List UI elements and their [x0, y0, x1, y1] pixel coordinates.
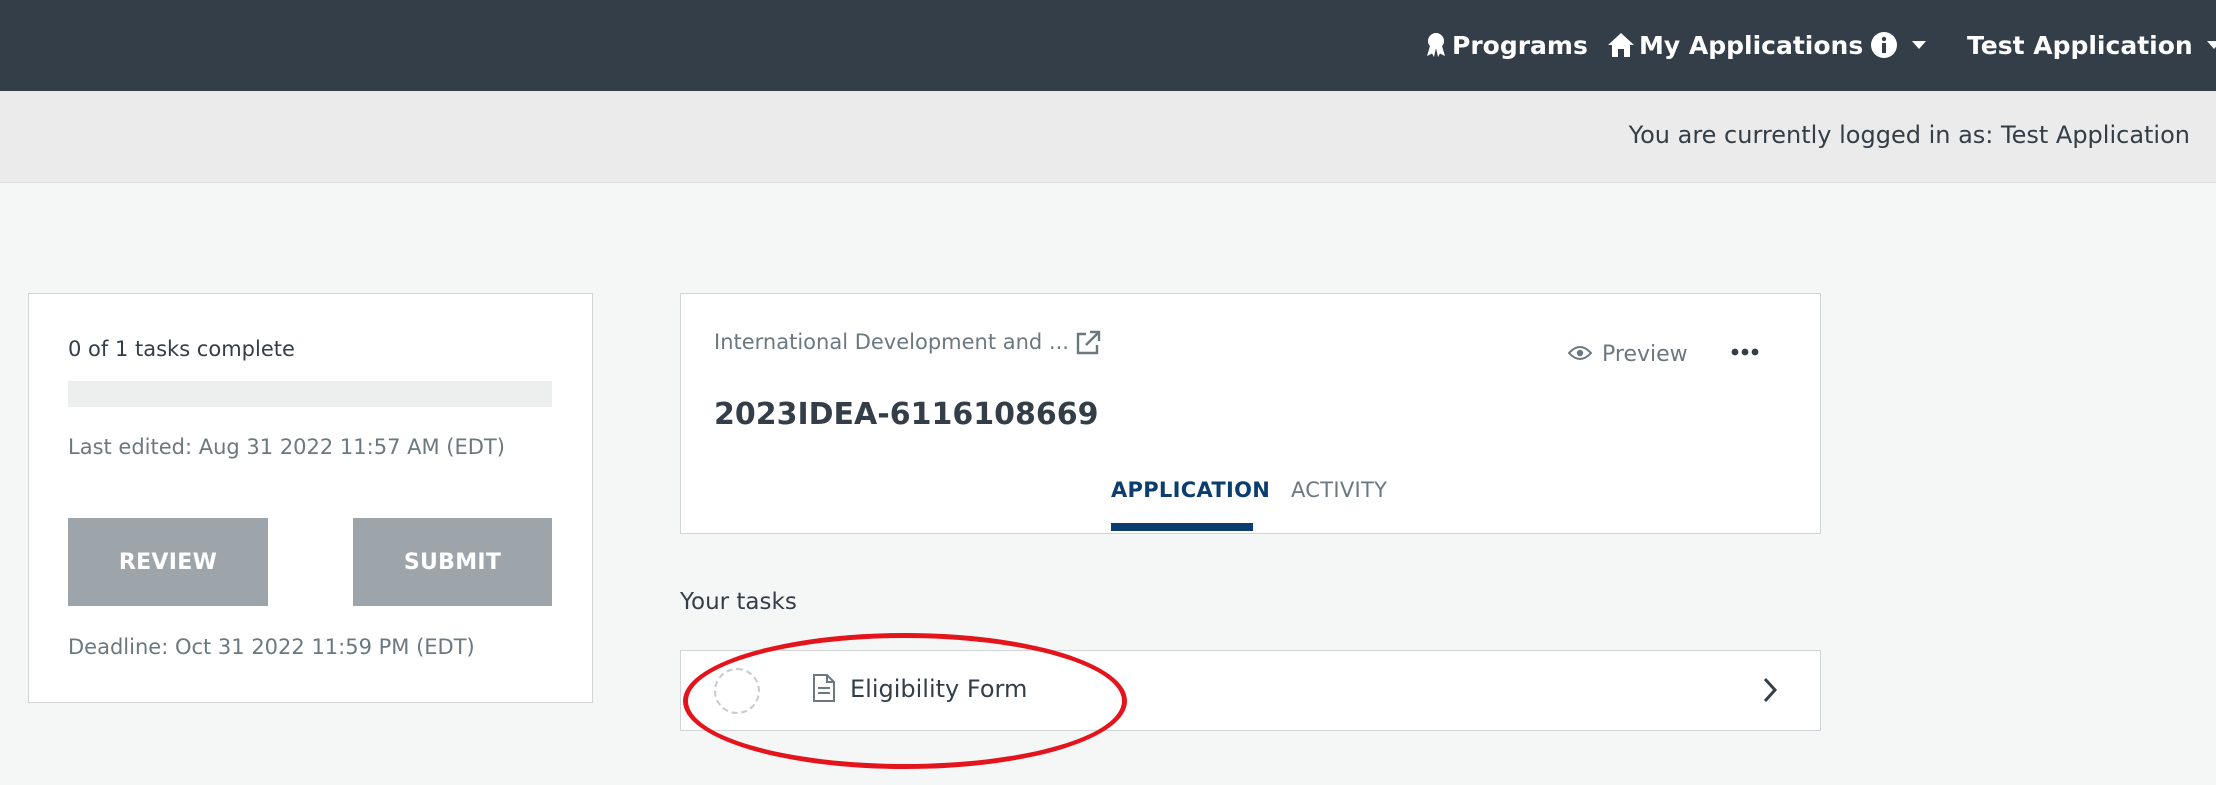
login-status-text: You are currently logged in as: Test App… — [1628, 121, 2190, 149]
tab-activity[interactable]: ACTIVITY — [1291, 478, 1387, 502]
your-tasks-heading: Your tasks — [680, 589, 797, 615]
nav-my-applications-label: My Applications — [1639, 30, 1864, 60]
home-icon — [1607, 32, 1639, 58]
tab-application[interactable]: APPLICATION — [1111, 478, 1270, 502]
application-summary-card: 0 of 1 tasks complete Last edited: Aug 3… — [28, 293, 593, 703]
preview-button[interactable]: Preview — [1567, 342, 1688, 367]
document-icon — [812, 673, 836, 707]
nav-my-applications-link[interactable]: My Applications — [1607, 26, 1863, 64]
task-label: Eligibility Form — [850, 675, 1028, 703]
task-row-eligibility-form[interactable]: Eligibility Form — [680, 650, 1821, 731]
info-menu-toggle[interactable] — [1870, 26, 1926, 64]
last-edited-text: Last edited: Aug 31 2022 11:57 AM (EDT) — [68, 435, 505, 459]
program-name: International Development and ... — [714, 330, 1069, 354]
submit-button[interactable]: SUBMIT — [353, 518, 552, 606]
deadline-text: Deadline: Oct 31 2022 11:59 PM (EDT) — [68, 635, 475, 659]
top-navigation-bar: Programs My Applications Test Applicatio… — [0, 0, 2216, 91]
info-icon — [1870, 31, 1898, 59]
user-menu-label: Test Application — [1967, 30, 2193, 60]
tasks-progress-bar — [68, 381, 552, 407]
nav-programs-label: Programs — [1452, 30, 1588, 60]
external-link-icon[interactable] — [1075, 330, 1101, 360]
eye-icon — [1567, 342, 1602, 367]
programs-ribbon-icon — [1424, 32, 1452, 58]
user-menu-toggle[interactable]: Test Application — [1967, 26, 2216, 64]
chevron-right-icon — [1762, 676, 1778, 708]
tasks-complete-text: 0 of 1 tasks complete — [68, 337, 295, 361]
chevron-down-icon — [2206, 41, 2216, 49]
application-id: 2023IDEA-6116108669 — [714, 397, 1099, 432]
review-button[interactable]: REVIEW — [68, 518, 268, 606]
task-status-indicator — [714, 668, 760, 714]
preview-label: Preview — [1602, 342, 1688, 367]
login-status-bar: You are currently logged in as: Test App… — [0, 91, 2216, 183]
nav-programs-link[interactable]: Programs — [1424, 26, 1588, 64]
more-dots-icon[interactable] — [1731, 342, 1759, 361]
active-tab-indicator — [1111, 523, 1253, 531]
chevron-down-icon — [1912, 41, 1926, 49]
application-header-card: International Development and ... 2023ID… — [680, 293, 1821, 534]
